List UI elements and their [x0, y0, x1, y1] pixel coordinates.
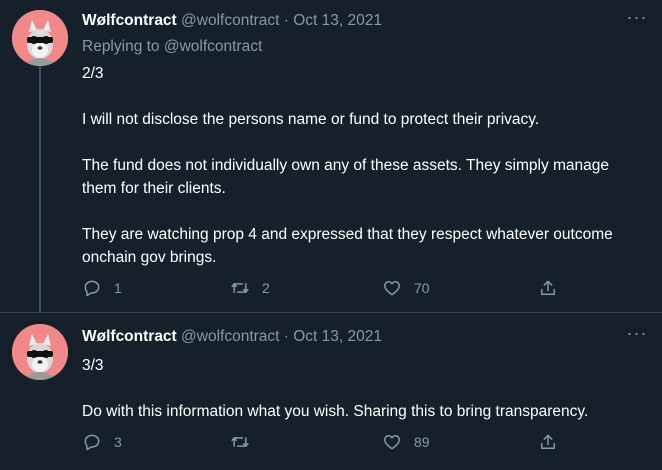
- like-icon: [384, 281, 400, 296]
- wolf-avatar-icon: [12, 10, 68, 66]
- tweet-text: 3/3 Do with this information what you wi…: [82, 354, 642, 423]
- share-button[interactable]: [538, 431, 558, 453]
- tweet-paragraph: The fund does not individually own any o…: [82, 157, 610, 197]
- reply-button[interactable]: 3: [82, 431, 122, 453]
- retweet-button[interactable]: [230, 431, 262, 453]
- tweet-date[interactable]: Oct 13, 2021: [293, 328, 382, 345]
- reply-icon: [84, 280, 100, 297]
- tweet-text: 2/3 I will not disclose the persons name…: [82, 62, 642, 269]
- tweet-header: Wølfcontract @wolfcontract · Oct 13, 202…: [82, 12, 382, 30]
- tweet-paragraph: I will not disclose the persons name or …: [82, 111, 540, 128]
- separator: ·: [279, 328, 294, 345]
- retweet-icon: [231, 283, 249, 293]
- share-icon: [541, 434, 555, 449]
- more-icon[interactable]: ···: [626, 324, 648, 346]
- reply-count: 3: [114, 434, 122, 450]
- reply-button[interactable]: 1: [82, 277, 122, 299]
- like-icon: [384, 435, 400, 450]
- like-count: 89: [414, 434, 430, 450]
- retweet-icon: [231, 437, 249, 447]
- tweet-header: Wølfcontract @wolfcontract · Oct 13, 202…: [82, 328, 382, 346]
- tweet-paragraph: 3/3: [82, 357, 104, 374]
- retweet-count: 2: [262, 280, 270, 296]
- reply-count: 1: [114, 280, 122, 296]
- retweet-button[interactable]: 2: [230, 277, 270, 299]
- display-name[interactable]: Wølfcontract: [82, 12, 177, 29]
- wolf-avatar-icon: [12, 324, 68, 380]
- replying-to[interactable]: Replying to @wolfcontract: [82, 38, 262, 56]
- share-icon: [541, 280, 555, 295]
- tweet-paragraph: They are watching prop 4 and expressed t…: [82, 226, 613, 266]
- tweet-actions: 1 2 70: [82, 277, 562, 299]
- like-button[interactable]: 89: [382, 431, 430, 453]
- separator: ·: [279, 12, 294, 29]
- like-count: 70: [414, 280, 430, 296]
- tweet-actions: 3 89: [82, 431, 562, 453]
- tweet[interactable]: Wølfcontract @wolfcontract · Oct 13, 202…: [0, 0, 662, 312]
- avatar[interactable]: [12, 324, 68, 380]
- tweet-paragraph: 2/3: [82, 65, 104, 82]
- display-name[interactable]: Wølfcontract: [82, 328, 177, 345]
- handle[interactable]: @wolfcontract: [181, 328, 279, 345]
- tweet[interactable]: Wølfcontract @wolfcontract · Oct 13, 202…: [0, 312, 662, 470]
- reply-icon: [84, 434, 100, 451]
- tweet-paragraph: Do with this information what you wish. …: [82, 403, 589, 420]
- handle[interactable]: @wolfcontract: [181, 12, 279, 29]
- more-icon[interactable]: ···: [626, 8, 648, 30]
- tweet-date[interactable]: Oct 13, 2021: [293, 12, 382, 29]
- share-button[interactable]: [538, 277, 558, 299]
- avatar[interactable]: [12, 10, 68, 66]
- like-button[interactable]: 70: [382, 277, 430, 299]
